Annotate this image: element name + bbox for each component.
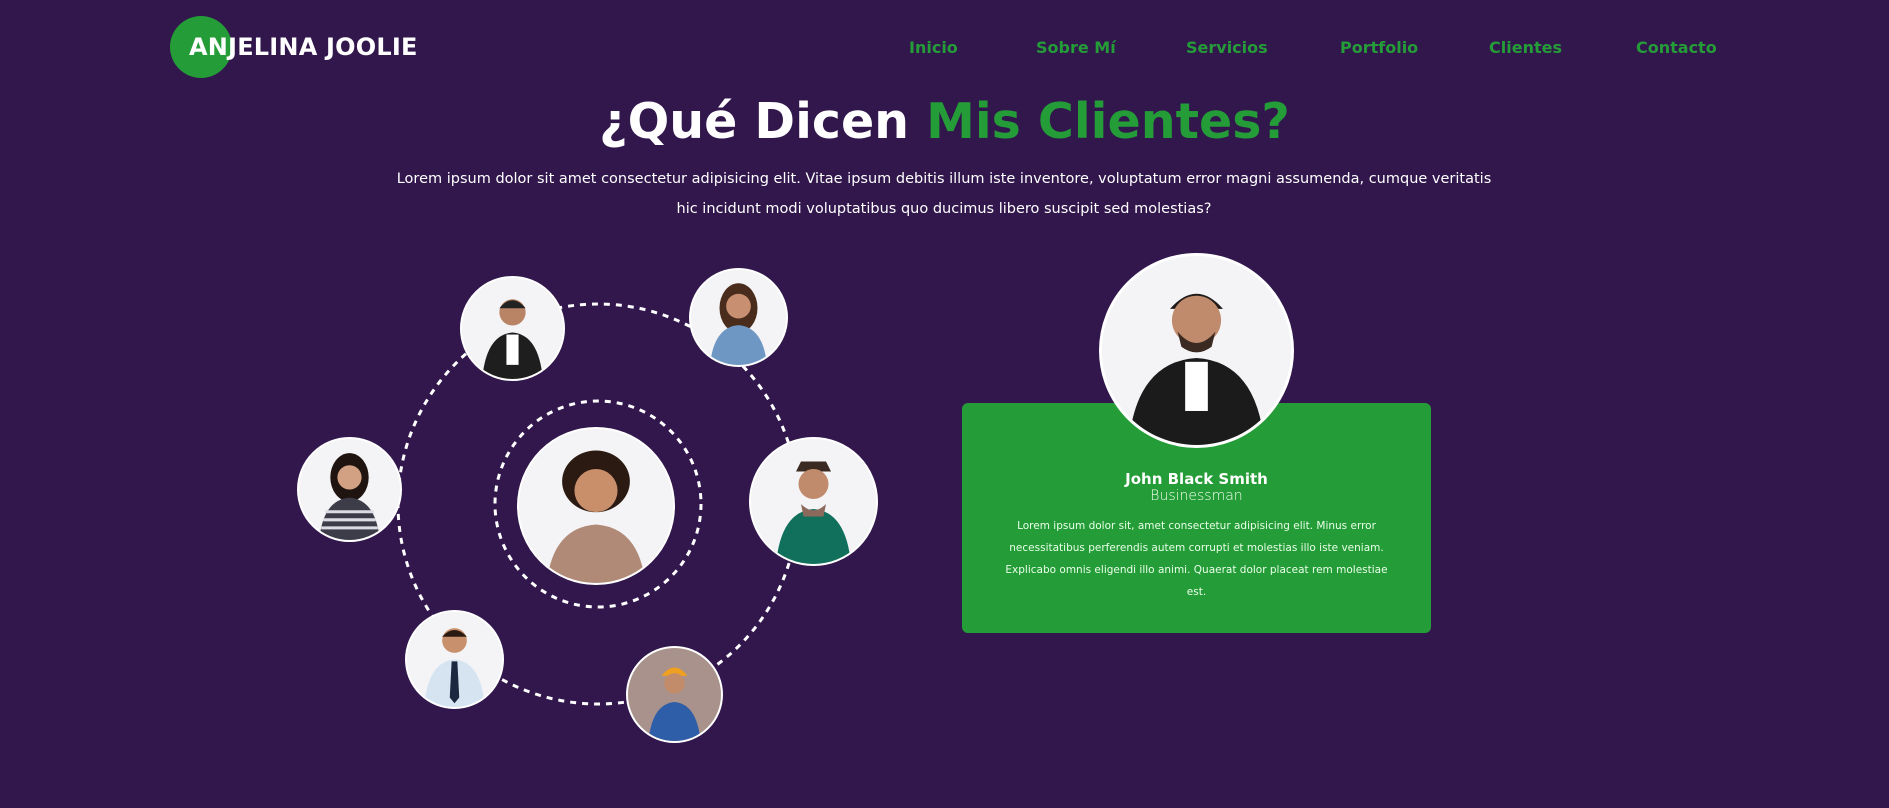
client-avatar-center[interactable] — [517, 427, 675, 585]
client-avatar-5[interactable] — [405, 610, 504, 709]
nav-clientes[interactable]: Clientes — [1489, 38, 1562, 57]
client-avatar-1[interactable] — [460, 276, 565, 381]
section-intro: Lorem ipsum dolor sit amet consectetur a… — [396, 171, 1492, 217]
client-avatar-icon — [462, 278, 563, 379]
client-avatar-icon — [299, 439, 400, 540]
client-avatar-icon — [691, 270, 786, 365]
title-accent: Mis Clientes? — [926, 93, 1290, 150]
client-avatar-icon — [519, 429, 673, 583]
client-avatar-icon — [407, 612, 502, 707]
testimonial-text: Lorem ipsum dolor sit, amet consectetur … — [1005, 520, 1388, 598]
testimonial-role: Businessman — [1150, 488, 1243, 504]
client-avatar-4[interactable] — [297, 437, 402, 542]
client-avatar-icon — [628, 648, 721, 741]
client-avatar-6[interactable] — [626, 646, 723, 743]
nav-contacto[interactable]: Contacto — [1636, 38, 1717, 57]
testimonial-name: John Black Smith — [1125, 470, 1268, 488]
title-main: ¿Qué Dicen — [599, 93, 927, 150]
featured-client-avatar — [1099, 253, 1294, 448]
section-title: ¿Qué Dicen Mis Clientes? — [0, 92, 1889, 152]
featured-avatar-icon — [1102, 256, 1291, 445]
nav-servicios[interactable]: Servicios — [1186, 38, 1268, 57]
client-avatar-2[interactable] — [689, 268, 788, 367]
client-avatar-3[interactable] — [749, 437, 878, 566]
main-nav: Inicio Sobre Mí Servicios Portfolio Clie… — [0, 38, 1889, 60]
client-avatar-icon — [751, 439, 876, 564]
nav-inicio[interactable]: Inicio — [909, 38, 958, 57]
nav-sobre-mi[interactable]: Sobre Mí — [1036, 38, 1116, 57]
nav-portfolio[interactable]: Portfolio — [1340, 38, 1418, 57]
